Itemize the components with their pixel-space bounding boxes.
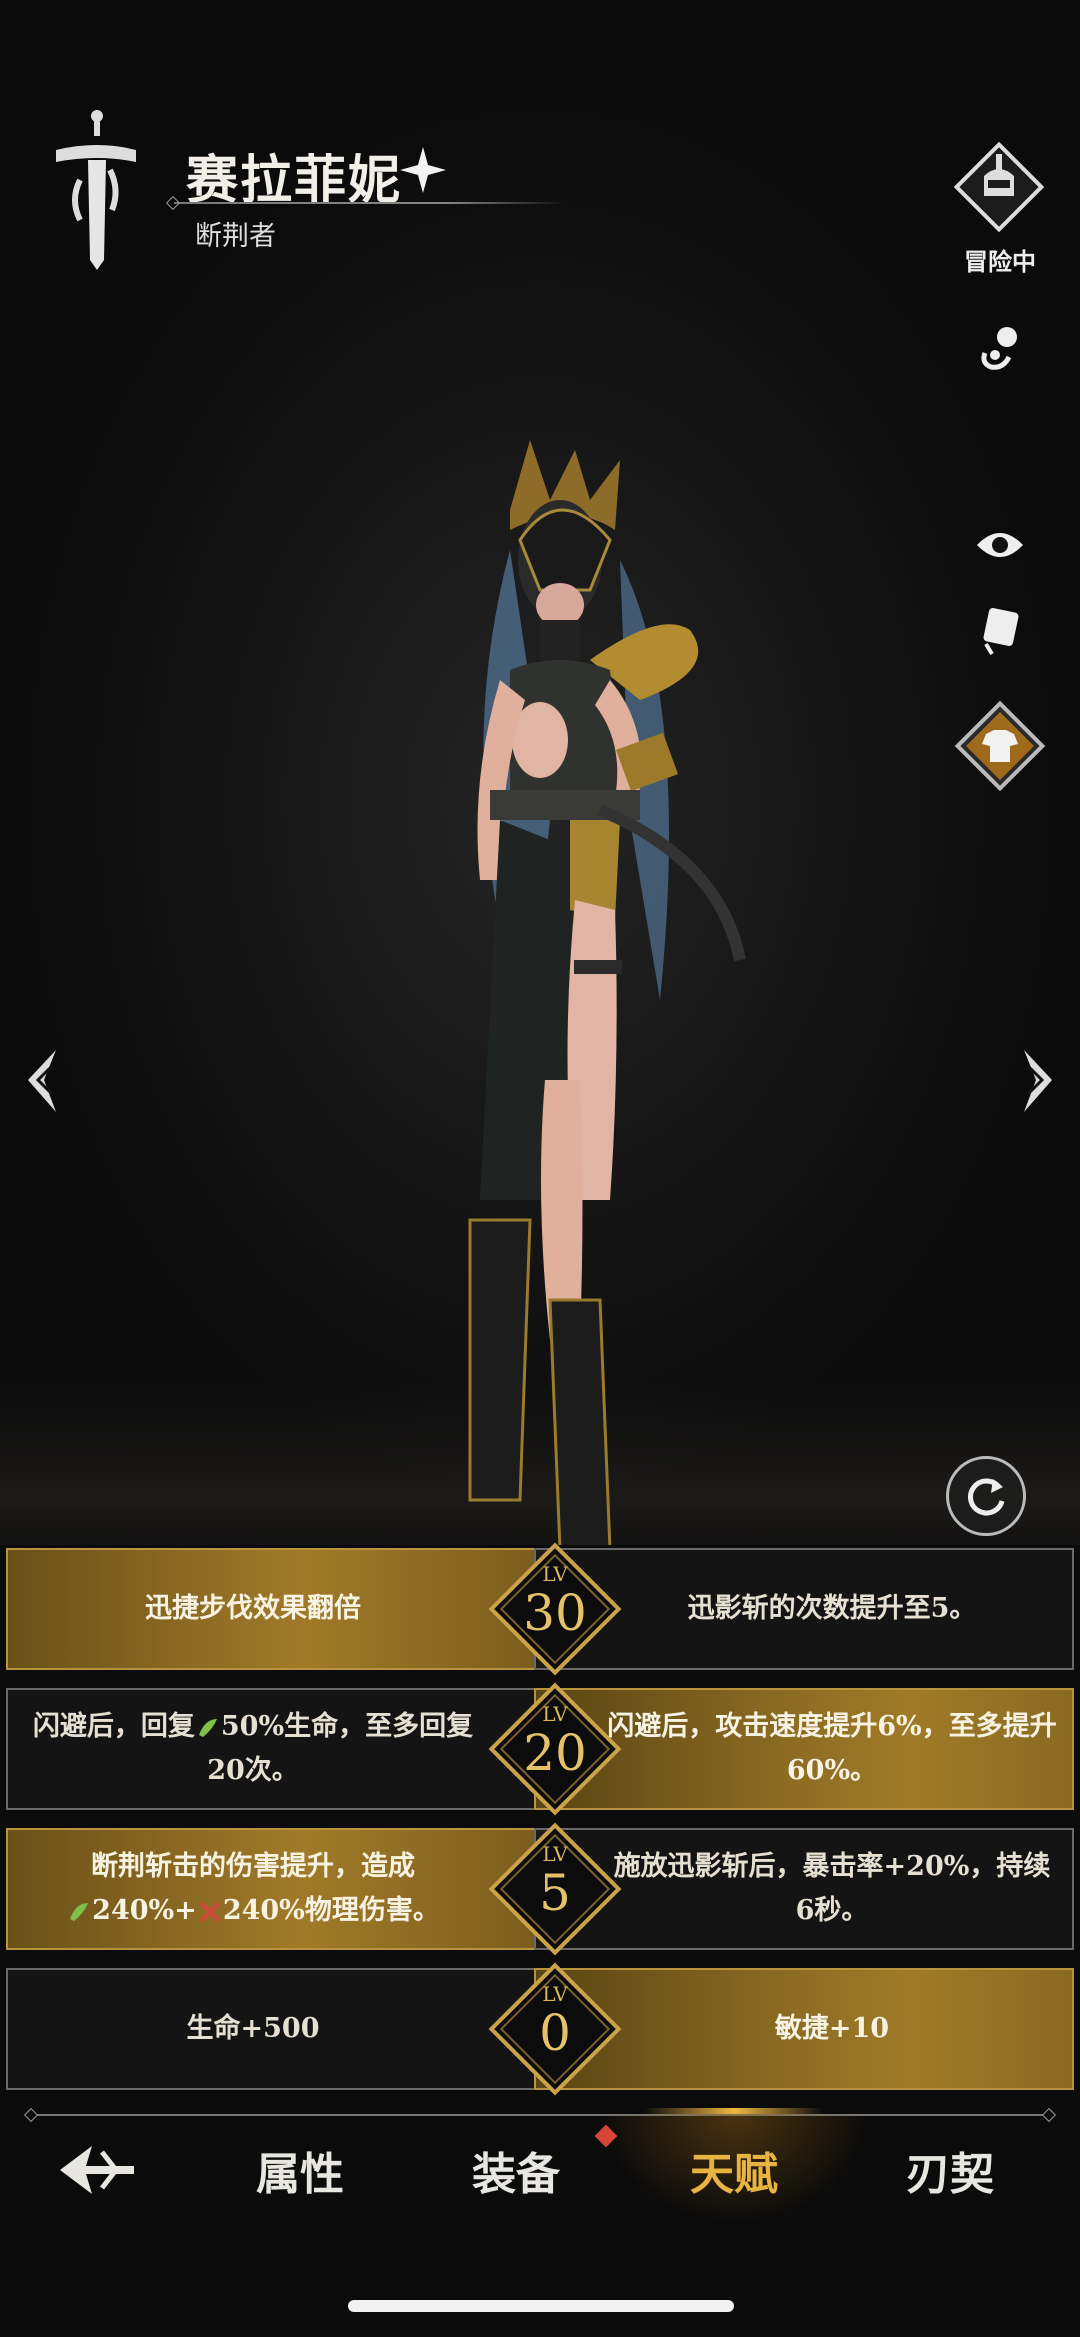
talent-text: 迅捷步伐效果翻倍 bbox=[145, 1593, 361, 1624]
talent-row-lv20: 闪避后，回复 50%生命，至多回复20次。 闪避后，攻击速度提升6%，至多提升60… bbox=[6, 1682, 1074, 1816]
talent-row-lv30: 迅捷步伐效果翻倍 迅影斩的次数提升至5。 LV 30 bbox=[6, 1542, 1074, 1676]
talent-text: 生命+500 bbox=[186, 2013, 320, 2044]
eye-icon-glyph bbox=[977, 533, 1023, 557]
outfit-button[interactable] bbox=[952, 698, 1048, 794]
level-label: LV bbox=[542, 1842, 568, 1866]
heal-icon bbox=[198, 1718, 217, 1737]
card-icon-glyph bbox=[983, 607, 1019, 656]
character-stage bbox=[0, 0, 1080, 1545]
active-tab-indicator bbox=[645, 2108, 823, 2114]
talent-text: 断荆斩击的伤害提升，造成 240%+ 240%物理伤害。 bbox=[66, 1845, 440, 1933]
talent-text: 闪避后，攻击速度提升6%，至多提升60%。 bbox=[607, 1711, 1057, 1786]
talent-text-part: 50%生命，至多回复20次。 bbox=[207, 1711, 474, 1786]
level-number: 20 bbox=[523, 1724, 587, 1782]
talent-text-part: 240%+ bbox=[92, 1895, 197, 1926]
tab-pact[interactable]: 刃契 bbox=[906, 2138, 994, 2202]
level-label: LV bbox=[542, 1562, 568, 1586]
name-divider bbox=[174, 202, 564, 204]
level-label: LV bbox=[542, 1982, 568, 2006]
talent-text: 迅影斩的次数提升至5。 bbox=[687, 1593, 977, 1624]
talent-text-part: 240%物理伤害。 bbox=[222, 1895, 440, 1926]
talent-text: 施放迅影斩后，暴击率+20%，持续6秒。 bbox=[613, 1851, 1051, 1926]
sword-emblem-icon bbox=[56, 110, 136, 270]
previous-character-arrow[interactable] bbox=[18, 1046, 68, 1116]
talent-text: 敏捷+10 bbox=[774, 2013, 890, 2044]
talent-row-lv0: 生命+500 敏捷+10 LV 0 bbox=[6, 1962, 1074, 2096]
adventure-status-button[interactable] bbox=[952, 140, 1046, 234]
level-number: 30 bbox=[523, 1584, 587, 1642]
pacifier-icon[interactable] bbox=[970, 318, 1030, 378]
talent-option-left[interactable]: 迅捷步伐效果翻倍 bbox=[6, 1548, 546, 1670]
star-rank-icon bbox=[400, 147, 446, 193]
talent-text-part: 断荆斩击的伤害提升，造成 bbox=[91, 1851, 415, 1882]
refresh-icon bbox=[968, 1478, 1005, 1516]
level-label: LV bbox=[542, 1702, 568, 1726]
adventure-status-label: 冒险中 bbox=[964, 247, 1036, 276]
talent-option-left[interactable]: 生命+500 bbox=[6, 1968, 546, 2090]
tab-equipment[interactable]: 装备 bbox=[472, 2138, 560, 2202]
talent-text-part: 闪避后，回复 bbox=[32, 1711, 195, 1742]
talent-option-left[interactable]: 断荆斩击的伤害提升，造成 240%+ 240%物理伤害。 bbox=[6, 1828, 546, 1950]
back-icon[interactable] bbox=[56, 2140, 138, 2200]
character-class: 断荆者 bbox=[195, 221, 276, 252]
level-number: 5 bbox=[539, 1864, 571, 1922]
level-number: 0 bbox=[539, 2004, 571, 2062]
rotate-reset-button[interactable] bbox=[946, 1456, 1026, 1536]
tab-bar-divider bbox=[30, 2114, 1050, 2116]
next-character-arrow[interactable] bbox=[1012, 1046, 1062, 1116]
tab-attributes[interactable]: 属性 bbox=[256, 2138, 344, 2202]
character-model bbox=[468, 440, 746, 1545]
home-indicator[interactable] bbox=[348, 2300, 734, 2312]
pacifier-icon-glyph bbox=[981, 327, 1017, 370]
heal-icon bbox=[70, 1902, 89, 1921]
physical-attack-icon bbox=[199, 1901, 221, 1922]
talent-text: 闪避后，回复 50%生命，至多回复20次。 bbox=[22, 1705, 484, 1793]
eye-icon[interactable] bbox=[970, 515, 1030, 575]
tab-talent[interactable]: 天赋 bbox=[690, 2138, 778, 2202]
talent-option-left[interactable]: 闪避后，回复 50%生命，至多回复20次。 bbox=[6, 1688, 546, 1810]
card-icon[interactable] bbox=[970, 600, 1030, 660]
talent-row-lv5: 断荆斩击的伤害提升，造成 240%+ 240%物理伤害。 施放迅影斩后，暴击率+20… bbox=[6, 1822, 1074, 1956]
